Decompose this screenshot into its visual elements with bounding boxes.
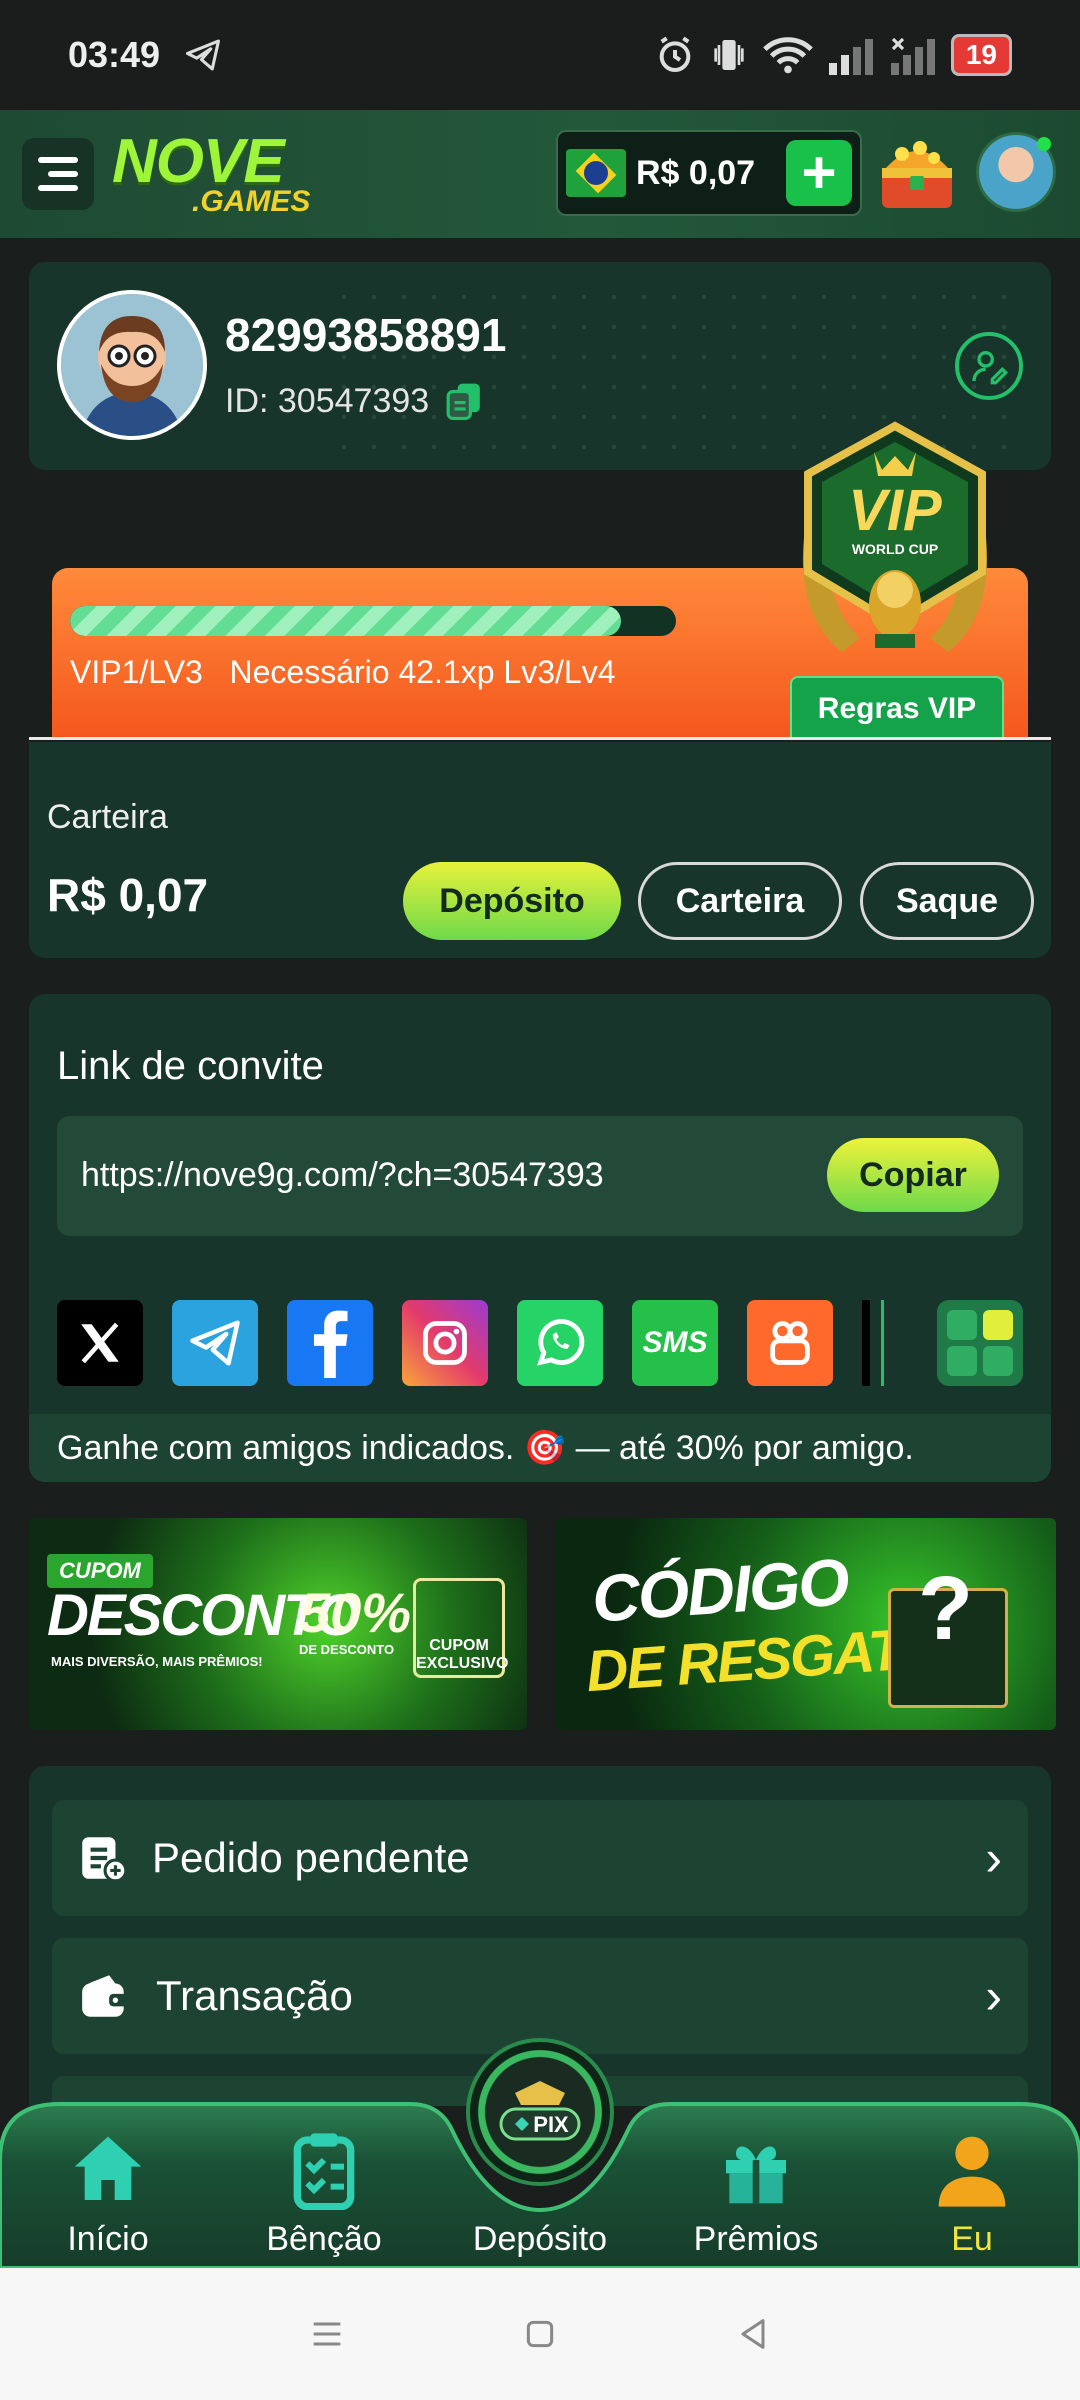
- list-item-label: Pedido pendente: [152, 1834, 470, 1881]
- treasure-chest-icon[interactable]: [872, 128, 962, 218]
- list-item-label: Transação: [156, 1972, 353, 2019]
- profile-avatar[interactable]: [57, 290, 207, 440]
- alarm-icon: [659, 36, 691, 72]
- tab-premios[interactable]: Prêmios: [666, 2120, 846, 2270]
- pending-orders-item[interactable]: Pedido pendente ›: [52, 1800, 1028, 1916]
- battery-indicator: 19: [950, 34, 1012, 76]
- vip-badge-sub: WORLD CUP: [852, 541, 938, 557]
- user-avatar-small[interactable]: [976, 132, 1056, 212]
- back-icon[interactable]: [733, 2314, 773, 2354]
- system-navigation-bar: [0, 2268, 1080, 2400]
- sms-icon[interactable]: SMS: [632, 1300, 718, 1386]
- redeem-code-banner[interactable]: CÓDIGO DE RESGATE ?: [556, 1518, 1056, 1730]
- orders-icon: [82, 1837, 128, 1883]
- app-logo[interactable]: NOVE .GAMES: [112, 131, 310, 217]
- menu-button[interactable]: [22, 138, 94, 210]
- x-icon[interactable]: [57, 1300, 143, 1386]
- clock: 03:49: [68, 34, 161, 75]
- wallet-button[interactable]: Carteira: [638, 862, 842, 940]
- tab-bencao[interactable]: Bênção: [234, 2120, 414, 2270]
- telegram-status-icon: [186, 39, 221, 71]
- invite-section: Link de convite https://nove9g.com/?ch=3…: [29, 994, 1051, 1482]
- user-icon: [938, 2136, 1006, 2207]
- clipboard-icon: [293, 2133, 355, 2210]
- wallet-icon: [82, 1975, 128, 2017]
- invite-link-box: https://nove9g.com/?ch=30547393 Copiar: [57, 1116, 1023, 1236]
- status-bar: 03:49 19: [0, 0, 1080, 110]
- chevron-right-icon: ›: [985, 1968, 1002, 2024]
- chevron-right-icon: ›: [985, 1830, 1002, 1886]
- divider: [29, 737, 1051, 740]
- invite-footer-text: Ganhe com amigos indicados. 🎯 — até 30% …: [29, 1414, 1051, 1482]
- header-balance-amount: R$ 0,07: [636, 153, 756, 192]
- instagram-icon[interactable]: [402, 1300, 488, 1386]
- tab-eu[interactable]: Eu: [882, 2120, 1062, 2270]
- invite-url[interactable]: https://nove9g.com/?ch=30547393: [81, 1156, 604, 1195]
- scroll-edge: [862, 1300, 870, 1386]
- telegram-icon[interactable]: [172, 1300, 258, 1386]
- wallet-section: Carteira R$ 0,07 Depósito Carteira Saque: [29, 742, 1051, 958]
- profile-id: ID: 30547393: [225, 381, 430, 420]
- vip-progress-bar: [70, 606, 676, 636]
- more-apps-icon[interactable]: [937, 1300, 1023, 1386]
- brazil-flag-icon: [566, 149, 626, 197]
- gift-icon: [726, 2146, 786, 2204]
- header-balance[interactable]: R$ 0,07 +: [556, 130, 862, 216]
- vip-level: VIP1/LV3: [70, 654, 203, 690]
- vip-badge-title: VIP: [848, 478, 942, 543]
- copy-link-button[interactable]: Copiar: [827, 1138, 999, 1212]
- invite-title: Link de convite: [57, 1044, 324, 1088]
- home-button-icon[interactable]: [520, 2314, 560, 2354]
- app-header: NOVE .GAMES R$ 0,07 +: [0, 110, 1080, 238]
- facebook-icon[interactable]: [287, 1300, 373, 1386]
- copy-id-icon[interactable]: [445, 380, 483, 422]
- whatsapp-icon[interactable]: [517, 1300, 603, 1386]
- signal-2-icon: [890, 37, 935, 75]
- home-icon: [74, 2136, 142, 2200]
- vibrate-icon: [714, 40, 744, 70]
- wallet-amount: R$ 0,07: [47, 869, 209, 921]
- edit-profile-button[interactable]: [955, 332, 1023, 400]
- recent-apps-icon[interactable]: [307, 2314, 347, 2354]
- wallet-label: Carteira: [47, 798, 168, 836]
- vip-progress-fill: [70, 606, 622, 636]
- deposit-button[interactable]: Depósito: [403, 862, 621, 940]
- vip-rules-button[interactable]: Regras VIP: [790, 676, 1004, 740]
- edit-profile-icon: [972, 351, 1009, 385]
- transactions-item[interactable]: Transação ›: [52, 1938, 1028, 2054]
- withdraw-button[interactable]: Saque: [860, 862, 1034, 940]
- share-icons: SMS: [57, 1300, 884, 1386]
- tab-inicio[interactable]: Início: [18, 2120, 198, 2270]
- divider: [881, 1300, 884, 1386]
- kwai-icon[interactable]: [747, 1300, 833, 1386]
- discount-coupon-banner[interactable]: CUPOM DESCONTO MAIS DIVERSÃO, MAIS PRÊMI…: [29, 1518, 527, 1730]
- add-funds-button[interactable]: +: [786, 140, 852, 206]
- profile-username: 82993858891: [225, 309, 507, 361]
- vip-needed-xp: Necessário 42.1xp Lv3/Lv4: [229, 654, 616, 690]
- wifi-icon: [763, 37, 813, 74]
- vip-badge-icon[interactable]: VIP WORLD CUP: [782, 412, 1008, 674]
- tab-deposito[interactable]: Depósito: [450, 2120, 630, 2270]
- signal-icon: [828, 39, 873, 75]
- online-dot: [1037, 137, 1051, 151]
